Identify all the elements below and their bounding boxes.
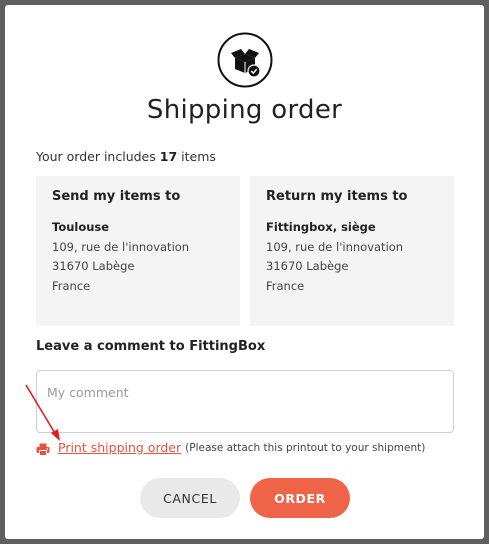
return-box-title: Return my items to (266, 189, 408, 204)
shipping-order-dialog: Shipping order Your order includes 17 it… (5, 5, 484, 539)
send-box-title: Send my items to (52, 189, 181, 204)
comment-input[interactable] (36, 370, 454, 433)
summary-prefix: Your order includes (36, 149, 156, 164)
comment-label: Leave a comment to FittingBox (36, 339, 266, 354)
send-address-street: 109, rue de l'innovation (52, 239, 190, 254)
return-address-city: 31670 Labège (266, 259, 349, 273)
return-address-country: France (266, 278, 305, 293)
box-check-icon (217, 32, 273, 88)
send-address-box: Send my items to Toulouse 109, rue de l'… (36, 176, 240, 326)
summary-suffix: items (181, 149, 216, 164)
page-title: Shipping order (146, 95, 343, 125)
return-address-street: 109, rue de l'innovation (266, 239, 404, 254)
send-address-country: France (52, 278, 91, 293)
print-row: Print shipping order (Please attach this… (36, 440, 426, 456)
printer-icon[interactable] (36, 441, 50, 456)
send-address-city: 31670 Labège (52, 259, 135, 273)
print-shipping-order-link[interactable]: Print shipping order (58, 440, 181, 455)
order-summary: Your order includes 17 items (36, 149, 216, 164)
order-button[interactable]: ORDER (250, 478, 350, 518)
send-address-name: Toulouse (52, 220, 110, 234)
item-count: 17 (159, 149, 178, 164)
print-note: (Please attach this printout to your shi… (185, 441, 426, 454)
return-address-name: Fittingbox, siège (266, 220, 376, 234)
return-address-box: Return my items to Fittingbox, siège 109… (250, 176, 454, 326)
cancel-button[interactable]: CANCEL (140, 478, 240, 518)
